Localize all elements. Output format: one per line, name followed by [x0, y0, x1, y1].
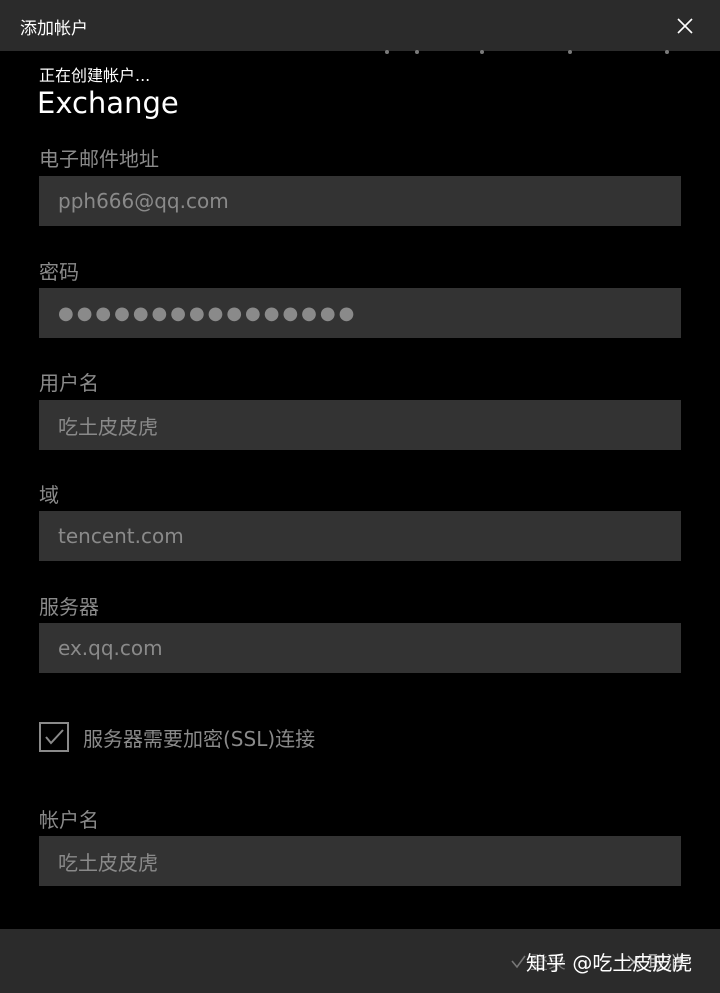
password-field[interactable]: ●●●●●●●●●●●●●●●● — [39, 288, 681, 338]
page-title: Exchange — [37, 86, 179, 120]
domain-field[interactable]: tencent.com — [39, 511, 681, 561]
check-icon — [511, 955, 526, 969]
server-field[interactable]: ex.qq.com — [39, 623, 681, 673]
status-text: 正在创建帐户... — [39, 66, 151, 85]
username-field[interactable]: 吃土皮皮虎 — [39, 400, 681, 450]
email-field[interactable]: pph666@qq.com — [39, 176, 681, 226]
server-label: 服务器 — [39, 595, 99, 619]
domain-label: 域 — [39, 483, 59, 507]
ssl-option: 服务器需要加密(SSL)连接 — [39, 721, 315, 753]
account-name-label: 帐户名 — [39, 808, 99, 832]
close-icon[interactable] — [672, 13, 698, 39]
checkmark-icon — [45, 729, 64, 745]
progress-dots — [0, 48, 720, 58]
account-name-field[interactable]: 吃土皮皮虎 — [39, 836, 681, 886]
window-title: 添加帐户 — [20, 19, 88, 39]
title-bar: 添加帐户 — [0, 0, 720, 51]
username-label: 用户名 — [39, 371, 99, 395]
ssl-checkbox[interactable] — [39, 722, 69, 752]
ssl-checkbox-label: 服务器需要加密(SSL)连接 — [83, 726, 316, 751]
watermark: 知乎 @吃土皮皮虎 — [526, 951, 693, 975]
password-label: 密码 — [39, 260, 79, 284]
email-label: 电子邮件地址 — [39, 147, 159, 171]
